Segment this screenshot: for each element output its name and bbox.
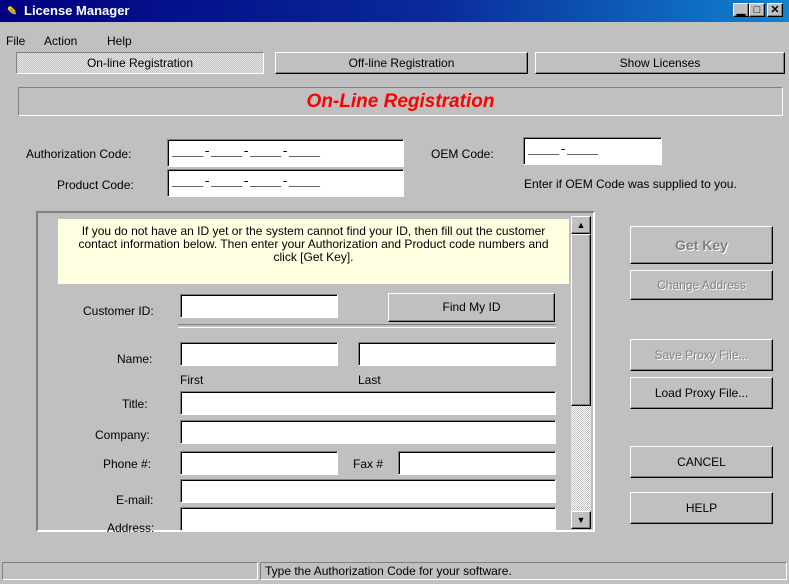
license-manager-app-icon: ✎	[6, 4, 18, 18]
help-button[interactable]: HELP	[630, 492, 773, 524]
customer-info-note: If you do not have an ID yet or the syst…	[58, 219, 569, 284]
maximize-button[interactable]: □	[749, 3, 765, 17]
oem-code-field[interactable]: ____-____	[523, 137, 662, 165]
customer-id-label: Customer ID:	[83, 304, 154, 318]
oem-code-hint: Enter if OEM Code was supplied to you.	[524, 177, 737, 191]
tab-online-registration[interactable]: On-line Registration	[16, 52, 264, 74]
tab-offline-registration[interactable]: Off-line Registration	[275, 52, 528, 74]
load-proxy-file-button[interactable]: Load Proxy File...	[630, 377, 773, 409]
scroll-down-button[interactable]: ▼	[571, 511, 591, 529]
customer-id-input[interactable]	[180, 294, 338, 318]
email-input[interactable]	[180, 479, 556, 503]
first-name-caption: First	[180, 373, 204, 387]
status-message: Type the Authorization Code for your sof…	[260, 562, 787, 580]
change-address-button[interactable]: Change Address	[630, 270, 773, 300]
save-proxy-file-button[interactable]: Save Proxy File...	[630, 339, 773, 371]
fax-label: Fax #	[353, 457, 384, 471]
page-title: On-Line Registration	[18, 87, 783, 116]
scroll-thumb[interactable]	[571, 234, 591, 406]
title-bar[interactable]: ✎ License Manager ▁ □ ✕	[0, 0, 789, 22]
get-key-button[interactable]: Get Key	[630, 226, 773, 264]
authorization-code-field[interactable]: ____-____-____-____	[167, 139, 404, 167]
product-code-label: Product Code:	[57, 178, 134, 192]
close-button[interactable]: ✕	[767, 3, 783, 17]
first-name-input[interactable]	[180, 342, 338, 366]
scroll-up-button[interactable]: ▲	[571, 216, 591, 234]
tab-show-licenses[interactable]: Show Licenses	[535, 52, 785, 74]
up-arrow-icon: ▲	[576, 220, 586, 230]
title-label: Title:	[122, 397, 148, 411]
fax-input[interactable]	[398, 451, 556, 475]
last-name-input[interactable]	[358, 342, 556, 366]
down-arrow-icon: ▼	[576, 515, 586, 525]
title-input[interactable]	[180, 391, 556, 415]
phone-input[interactable]	[180, 451, 338, 475]
menu-action[interactable]: Action	[44, 32, 77, 50]
last-name-caption: Last	[358, 373, 381, 387]
company-label: Company:	[95, 428, 150, 442]
menu-help[interactable]: Help	[107, 32, 132, 50]
minimize-button[interactable]: ▁	[733, 3, 749, 17]
find-my-id-button[interactable]: Find My ID	[388, 293, 555, 322]
email-label: E-mail:	[116, 493, 154, 507]
company-input[interactable]	[180, 420, 556, 444]
oem-code-label: OEM Code:	[431, 147, 494, 161]
address-label: Address:	[107, 521, 155, 535]
name-label: Name:	[117, 352, 153, 366]
address-input[interactable]	[180, 507, 556, 531]
phone-label: Phone #:	[103, 457, 152, 471]
status-bar-left	[2, 562, 258, 580]
cancel-button[interactable]: CANCEL	[630, 446, 773, 478]
window-title: License Manager	[24, 3, 130, 18]
menu-file[interactable]: File	[6, 32, 25, 50]
section-divider	[178, 324, 556, 328]
authorization-code-label: Authorization Code:	[26, 147, 132, 161]
product-code-field[interactable]: ____-____-____-____	[167, 169, 404, 197]
